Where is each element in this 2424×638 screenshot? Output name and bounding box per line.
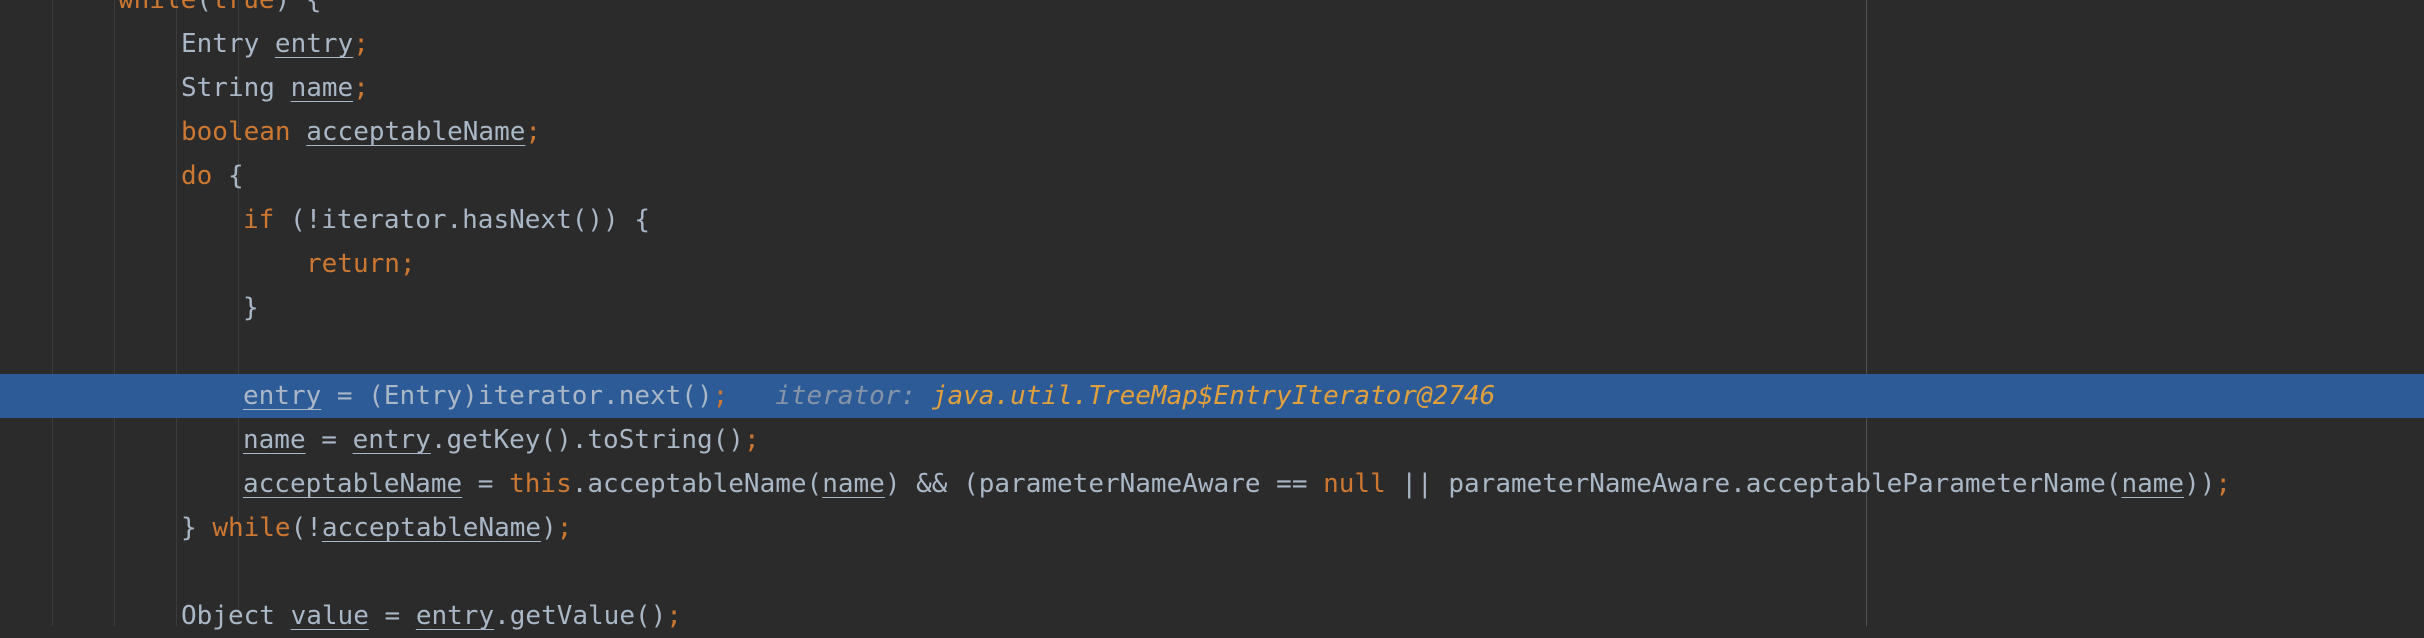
code-token: = (Entry)iterator.next() [321, 381, 713, 411]
code-token: ) [541, 513, 557, 543]
code-token: = [462, 469, 510, 499]
code-token: ; [666, 601, 682, 631]
variable-token: name [822, 469, 885, 499]
code-line[interactable] [0, 550, 2424, 594]
keyword-token: boolean [181, 117, 307, 147]
code-token: .getValue() [494, 601, 667, 631]
code-text: if (!iterator.hasNext()) { [243, 198, 650, 242]
variable-token: acceptableName [321, 513, 542, 543]
code-line[interactable]: name = entry.getKey().toString(); [0, 418, 2424, 462]
variable-token: entry [415, 601, 495, 631]
code-text: } while(!acceptableName); [181, 506, 572, 550]
code-line[interactable]: acceptableName = this.acceptableName(nam… [0, 462, 2424, 506]
code-token: || parameterNameAware.acceptableParamete… [1385, 469, 2122, 499]
variable-token: entry [274, 29, 354, 59]
variable-token: acceptableName [243, 469, 463, 499]
keyword-token: null [1323, 469, 1386, 499]
code-token: ( [196, 0, 212, 15]
code-text: Object value = entry.getValue(); [181, 594, 682, 638]
code-token: )) [2184, 469, 2216, 499]
keyword-token: true [211, 0, 275, 15]
variable-token: name [2121, 469, 2185, 499]
code-token: (! [290, 513, 322, 543]
code-line[interactable]: boolean acceptableName; [0, 110, 2424, 154]
code-token: ; [525, 117, 542, 147]
code-token: ; [2215, 469, 2232, 499]
code-token: ; [353, 29, 369, 59]
code-line[interactable]: } while(!acceptableName); [0, 506, 2424, 550]
code-line[interactable]: } [0, 286, 2424, 330]
code-token: Entry [181, 29, 275, 59]
code-token: ) && (parameterNameAware == [884, 469, 1324, 499]
debug-inline-hint-value: java.util.TreeMap$EntryIterator@2746 [931, 381, 1496, 411]
code-token: Object [181, 601, 291, 631]
keyword-token: while [212, 513, 291, 543]
code-text: while(true) { [118, 0, 322, 22]
keyword-token: do [181, 161, 228, 191]
code-text: entry = (Entry)iterator.next(); iterator… [243, 374, 1495, 418]
code-token: = [368, 601, 416, 631]
code-token: ) { [274, 0, 322, 15]
code-line[interactable]: Object value = entry.getValue(); [0, 594, 2424, 638]
code-token: } [181, 513, 213, 543]
code-line[interactable]: if (!iterator.hasNext()) { [0, 198, 2424, 242]
variable-token: name [290, 73, 354, 103]
code-text: acceptableName = this.acceptableName(nam… [243, 462, 2231, 506]
keyword-token: while [118, 0, 197, 15]
code-text: boolean acceptableName; [181, 110, 541, 154]
code-line[interactable]: while(true) { [0, 0, 2424, 22]
code-editor[interactable]: while(true) {Entry entry; String name; boo… [0, 0, 2424, 631]
variable-token: value [290, 601, 369, 631]
code-token: ; [743, 425, 760, 455]
code-token: .getKey().toString() [430, 425, 744, 455]
code-token: { [227, 161, 244, 191]
code-token: = [305, 425, 353, 455]
code-text: } [243, 286, 259, 330]
variable-token: entry [352, 425, 431, 455]
code-token: ; [556, 513, 573, 543]
variable-token: acceptableName [306, 117, 526, 147]
keyword-token: this [509, 469, 572, 499]
keyword-token: return; [306, 249, 416, 279]
variable-token: entry [243, 381, 322, 411]
code-token: ; [712, 381, 729, 411]
code-line[interactable]: Entry entry; [0, 22, 2424, 66]
code-text: String name; [181, 66, 369, 110]
code-line[interactable] [0, 330, 2424, 374]
code-token: (!iterator.hasNext()) { [289, 205, 650, 235]
code-line[interactable]: String name; [0, 66, 2424, 110]
code-token: String [181, 73, 291, 103]
code-text: do { [181, 154, 244, 198]
code-token: } [243, 293, 259, 323]
code-token: .acceptableName( [571, 469, 823, 499]
code-line[interactable]: return; [0, 242, 2424, 286]
code-text: return; [306, 242, 416, 286]
code-token: ; [353, 73, 369, 103]
keyword-token: if [243, 205, 290, 235]
variable-token: name [243, 425, 306, 455]
code-line-execution-point[interactable]: entry = (Entry)iterator.next(); iterator… [0, 374, 2424, 418]
code-text: Entry entry; [181, 22, 369, 66]
code-text: name = entry.getKey().toString(); [243, 418, 760, 462]
debug-inline-hint-label: iterator: [775, 381, 932, 411]
code-line[interactable]: do { [0, 154, 2424, 198]
